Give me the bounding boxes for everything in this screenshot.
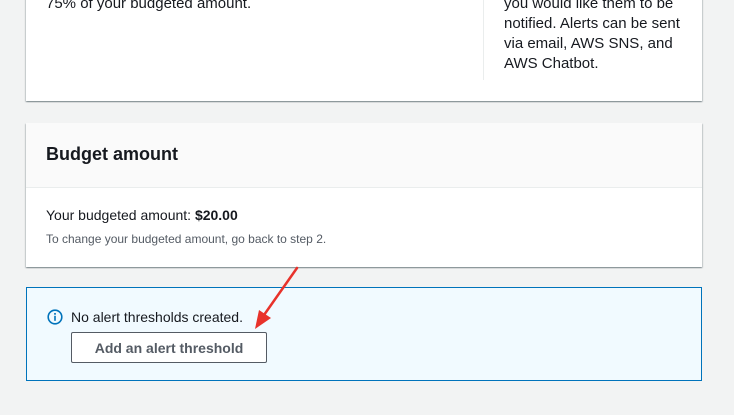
threshold-description-text: 75% of your budgeted amount. (46, 0, 252, 12)
help-line: notified. Alerts can be sent (504, 15, 680, 32)
alert-description-card: 75% of your budgeted amount. you would l… (26, 0, 702, 101)
notification-help-text: you would like them to be notified. Aler… (504, 0, 694, 74)
no-thresholds-alert: No alert thresholds created. Add an aler… (26, 287, 702, 381)
help-line: via email, AWS SNS, and (504, 35, 673, 52)
info-icon (47, 309, 63, 325)
budget-amount-card: Budget amount Your budgeted amount: $20.… (26, 123, 702, 267)
column-divider (483, 0, 484, 80)
budgeted-amount-label: Your budgeted amount: (46, 207, 195, 223)
add-alert-threshold-button[interactable]: Add an alert threshold (71, 332, 267, 363)
help-line: AWS Chatbot. (504, 55, 599, 72)
no-thresholds-message: No alert thresholds created. (71, 309, 243, 325)
budget-amount-title: Budget amount (46, 144, 178, 164)
budgeted-amount-value: $20.00 (194, 207, 238, 223)
budgeted-amount-hint: To change your budgeted amount, go back … (46, 232, 327, 246)
help-line: you would like them to be (504, 0, 674, 12)
budgeted-amount-line: Your budgeted amount: $20.00 (46, 206, 238, 224)
budget-amount-header: Budget amount (26, 123, 702, 188)
